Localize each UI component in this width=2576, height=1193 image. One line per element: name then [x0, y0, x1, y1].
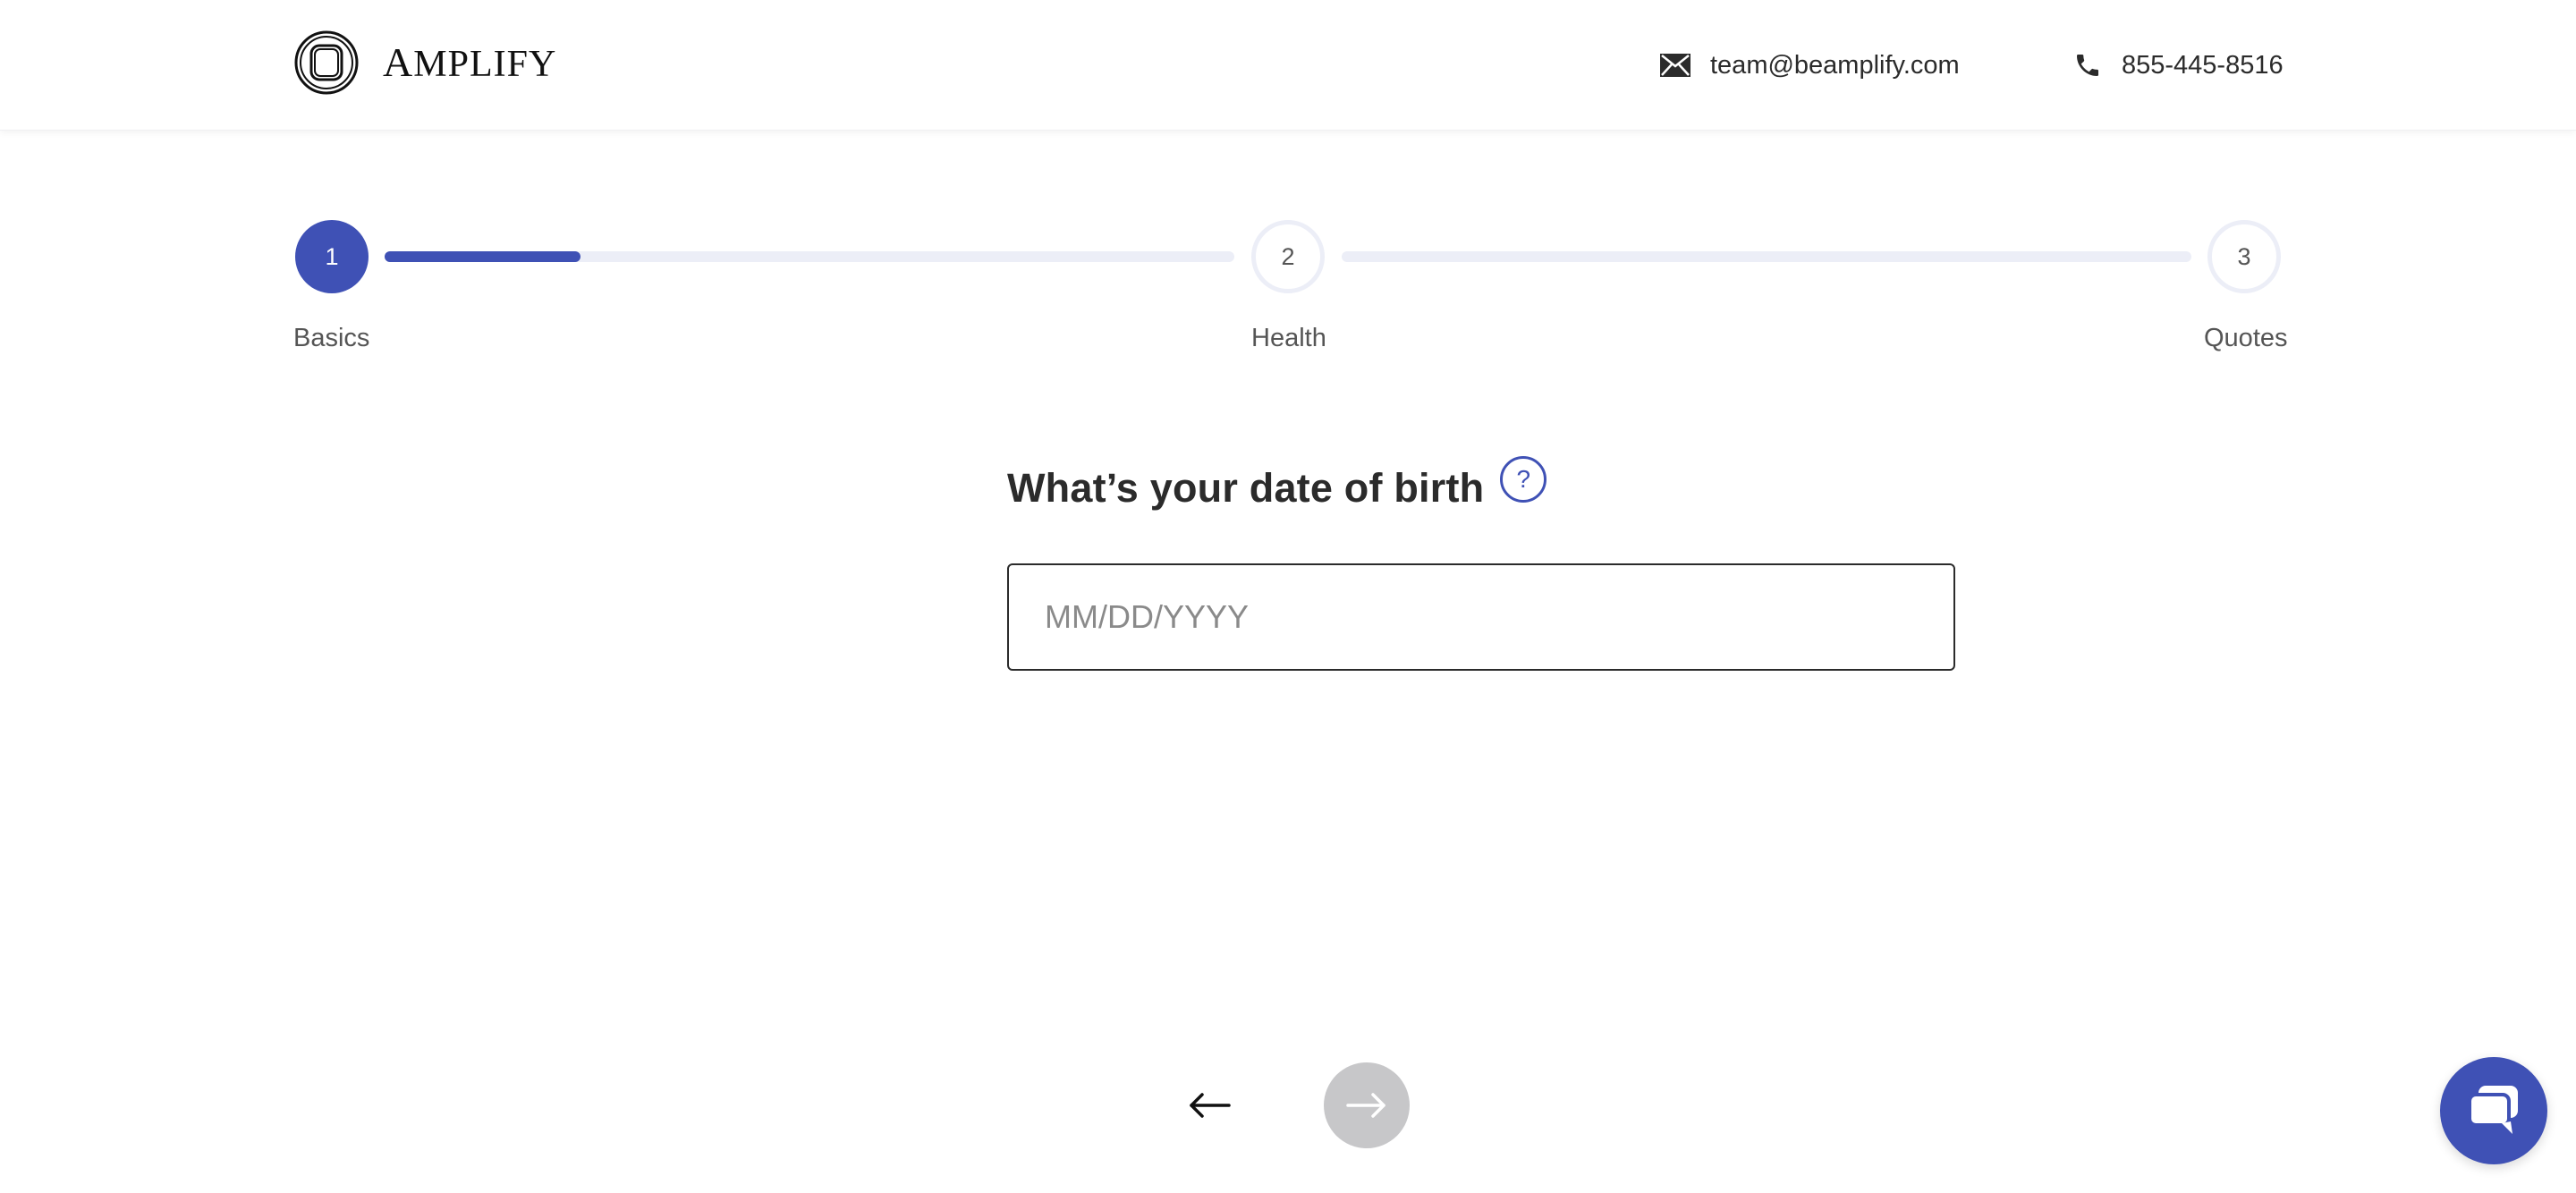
brand-name: A MPLIFY	[383, 39, 557, 85]
amplify-logo[interactable]: A MPLIFY	[293, 29, 556, 97]
question-title: What’s your date of birth	[1007, 465, 1485, 511]
email-contact[interactable]: team@beamplify.com	[1660, 43, 1960, 88]
amplify-logo-icon	[294, 30, 359, 95]
brand-rest: MPLIFY	[413, 44, 557, 85]
next-button[interactable]	[1324, 1062, 1410, 1148]
phone-link[interactable]: 855-445-8516	[2122, 51, 2284, 80]
back-button[interactable]	[1181, 1068, 1238, 1143]
step-2-number: 2	[1281, 242, 1295, 270]
chat-bubbles-icon	[2468, 1086, 2518, 1134]
phone-icon	[2077, 55, 2098, 76]
help-icon[interactable]: ?	[1500, 456, 1547, 503]
step-track-1	[385, 251, 1234, 262]
question-heading: What’s your date of birth ?	[1007, 456, 1547, 512]
arrow-left-icon	[1190, 1093, 1231, 1118]
site-header: A MPLIFY team@beamplify.com 855-445-8516	[0, 0, 2576, 131]
step-3-number: 3	[2237, 242, 2251, 270]
step-1-number: 1	[325, 242, 339, 270]
step-track-2	[1342, 251, 2191, 262]
chat-button[interactable]	[2440, 1057, 2547, 1164]
arrow-right-icon	[1346, 1093, 1385, 1118]
step-3-circle: 3	[2207, 220, 2281, 293]
step-1-circle: 1	[295, 220, 369, 293]
envelope-icon	[1660, 54, 1690, 77]
step-1-label: Basics	[293, 324, 370, 352]
step-2-label: Health	[1251, 324, 1326, 352]
step-2-circle: 2	[1251, 220, 1325, 293]
brand-initial: A	[383, 39, 414, 85]
date-of-birth-input[interactable]	[1007, 563, 1955, 671]
email-link[interactable]: team@beamplify.com	[1710, 51, 1960, 80]
phone-contact[interactable]: 855-445-8516	[2073, 43, 2284, 88]
progress-stepper: 1 Basics 2 Health 3 Quotes	[293, 220, 2288, 363]
step-3-label: Quotes	[2204, 324, 2288, 352]
step-track-fill	[385, 251, 580, 262]
